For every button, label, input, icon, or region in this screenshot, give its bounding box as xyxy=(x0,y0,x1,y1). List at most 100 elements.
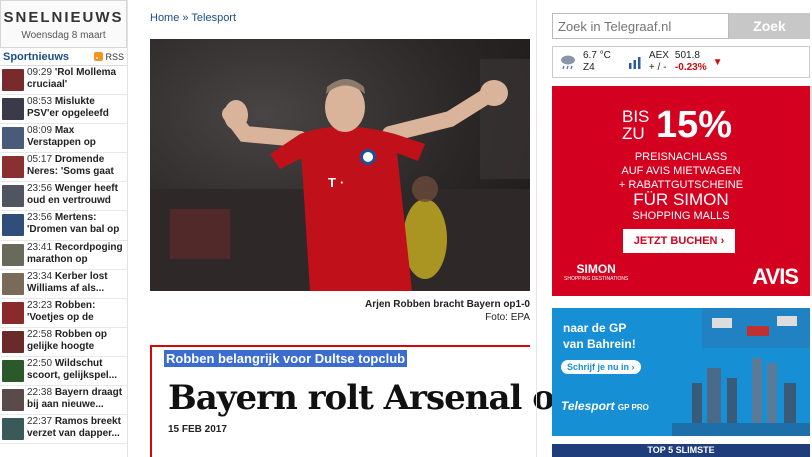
photo-caption: Arjen Robben bracht Bayern op1-0 Foto: E… xyxy=(365,298,530,324)
news-headline: 23:23 Robben: 'Voetjes op de xyxy=(27,300,125,324)
ad-zu: ZU xyxy=(622,124,645,143)
news-headline: 22:37 Ramos breekt verzet van dapper... xyxy=(27,416,125,440)
news-item[interactable]: 22:50 Wildschut scoort, gelijkspel... xyxy=(0,357,127,387)
news-thumbnail xyxy=(2,359,24,382)
hero-photo[interactable]: T · xyxy=(150,39,530,291)
news-headline: 22:50 Wildschut scoort, gelijkspel... xyxy=(27,358,125,382)
article-kicker: Robben belangrijk voor Dultse topclub xyxy=(164,350,408,367)
breadcrumb: Home » Telesport xyxy=(150,12,236,24)
stock-chart-icon xyxy=(626,54,643,70)
top5-banner[interactable]: TOP 5 SLIMSTE xyxy=(552,444,810,457)
news-headline: 22:38 Bayern draagt bij aan nieuwe... xyxy=(27,387,125,411)
ad2-cta-label: Schrijf je nu in xyxy=(567,362,630,372)
sportnieuws-label[interactable]: Sportnieuws xyxy=(3,51,69,63)
weather-widget[interactable]: 6.7 °C Z4 xyxy=(559,50,611,74)
ad-cta-button[interactable]: JETZT BUCHEN › xyxy=(623,229,735,253)
news-item[interactable]: 22:37 Ramos breekt verzet van dapper... xyxy=(0,415,127,445)
snelnieuws-title: SNELNIEUWS xyxy=(3,9,124,26)
ad-cta-label: JETZT BUCHEN xyxy=(633,235,718,247)
news-headline: 23:41 Recordpoging marathon op xyxy=(27,242,125,266)
news-item[interactable]: 23:56 Wenger heeft oud en vertrouwd xyxy=(0,182,127,212)
news-time: 08:53 xyxy=(27,96,53,108)
ad2-line2: van Bahrein! xyxy=(563,337,636,351)
rss-link[interactable]: RSS xyxy=(94,52,124,62)
search-button[interactable]: Zoek xyxy=(729,13,810,39)
breadcrumb-telesport[interactable]: Telesport xyxy=(191,12,236,24)
chevron-right-icon: › xyxy=(720,235,725,247)
ad-fur-simon: FÜR SIMON xyxy=(633,190,729,209)
news-thumbnail xyxy=(2,127,24,150)
snelnieuws-date: Woensdag 8 maart xyxy=(21,30,106,41)
right-column: Zoek 6.7 °C Z4 AEX + / - xyxy=(536,0,812,457)
news-time: 23:56 xyxy=(27,183,53,195)
news-thumbnail xyxy=(2,69,24,91)
caption-credit: Foto: EPA xyxy=(485,312,530,323)
ad2-cta-button[interactable]: Schrijf je nu in › xyxy=(561,360,641,374)
news-thumbnail xyxy=(2,243,24,266)
avis-logo: AVIS xyxy=(752,264,799,289)
news-time: 05:17 xyxy=(27,154,53,166)
hero-photo-illustration: T · xyxy=(150,59,530,291)
simon-logo: SIMON SHOPPING DESTINATIONS xyxy=(564,262,628,282)
ad-shopping-malls: SHOPPING MALLS xyxy=(632,210,730,222)
telesport-gp-advertisement[interactable]: naar de GP van Bahrein! Schrijf je nu in… xyxy=(552,308,810,436)
rss-label: RSS xyxy=(105,51,124,62)
news-time: 23:41 xyxy=(27,241,53,253)
weather-aex-ticker: 6.7 °C Z4 AEX + / - 501.8 -0.23% ▼ xyxy=(552,46,810,78)
weather-wind: Z4 xyxy=(583,62,595,73)
snelnieuws-sidebar: SNELNIEUWS Woensdag 8 maart Sportnieuws … xyxy=(0,0,128,457)
svg-text:T: T xyxy=(328,175,336,190)
news-item[interactable]: 23:41 Recordpoging marathon op xyxy=(0,241,127,270)
sportnieuws-bar: Sportnieuws RSS xyxy=(0,48,127,66)
ad2-brand: Telesport xyxy=(561,399,615,413)
news-item[interactable]: 09:29 'Rol Mollema cruciaal' xyxy=(0,66,127,96)
news-item[interactable]: 22:58 Robben op gelijke hoogte xyxy=(0,328,127,357)
article-header: Robben belangrijk voor Dultse topclub Ba… xyxy=(150,345,578,457)
news-thumbnail xyxy=(2,156,24,179)
arrow-down-icon: ▼ xyxy=(712,56,723,68)
ad-bis-zu: BIS ZU xyxy=(622,108,649,142)
aex-change: -0.23% xyxy=(674,62,707,73)
breadcrumb-separator: » xyxy=(182,12,189,24)
top5-text: TOP 5 SLIMSTE xyxy=(647,445,715,455)
search-box: Zoek xyxy=(552,13,810,39)
news-thumbnail xyxy=(2,330,24,353)
ad-bis: BIS xyxy=(622,107,650,126)
news-item[interactable]: 23:34 Kerber lost Williams af als... xyxy=(0,270,127,299)
ad-percent: 15% xyxy=(656,104,733,146)
news-headline: 22:58 Robben op gelijke hoogte xyxy=(27,329,125,353)
aex-widget[interactable]: AEX + / - 501.8 -0.23% ▼ xyxy=(626,50,723,74)
ad-line2: PREISNACHLASS AUF AVIS MIETWAGEN + RABAT… xyxy=(552,150,810,192)
rain-cloud-icon xyxy=(561,55,575,70)
news-thumbnail xyxy=(2,272,24,295)
avis-advertisement[interactable]: BIS ZU 15% PREISNACHLASS AUF AVIS MIETWA… xyxy=(552,86,810,296)
news-time: 22:50 xyxy=(27,357,53,369)
news-item[interactable]: 22:38 Bayern draagt bij aan nieuwe... xyxy=(0,386,127,416)
main-content: Home » Telesport T · Arjen Robben bracht… xyxy=(128,0,578,457)
news-item[interactable]: 23:23 Robben: 'Voetjes op de xyxy=(0,299,127,328)
news-list: 09:29 'Rol Mollema cruciaal' 08:53 Misluk… xyxy=(0,66,127,445)
caption-text: Arjen Robben bracht Bayern op1-0 xyxy=(364,299,530,310)
news-headline: 23:56 Wenger heeft oud en vertrouwd xyxy=(27,183,125,207)
news-headline: 08:09 Max Verstappen op xyxy=(27,125,125,149)
news-item[interactable]: 08:09 Max Verstappen op xyxy=(0,124,127,154)
news-time: 22:58 xyxy=(27,328,53,340)
search-input[interactable] xyxy=(552,13,729,39)
breadcrumb-home[interactable]: Home xyxy=(150,12,179,24)
news-headline: 23:34 Kerber lost Williams af als... xyxy=(27,271,125,295)
ad2-line1: naar de GP xyxy=(563,321,627,335)
news-headline: 23:56 Mertens: 'Dromen van bal op xyxy=(27,212,125,236)
simon-logo-text: SIMON xyxy=(576,262,616,276)
ad2-brand-sub: GP PRO xyxy=(617,403,649,412)
aex-label: AEX xyxy=(648,50,669,61)
aex-value: 501.8 xyxy=(674,50,700,61)
ad2-headline: naar de GP van Bahrein! xyxy=(563,320,636,352)
news-headline: 09:29 'Rol Mollema cruciaal' xyxy=(27,67,125,91)
news-item[interactable]: 23:56 Mertens: 'Dromen van bal op xyxy=(0,211,127,241)
news-thumbnail xyxy=(2,301,24,324)
aex-change-label: + / - xyxy=(648,62,667,73)
rss-icon xyxy=(94,52,104,61)
news-item[interactable]: 05:17 Dromende Neres: 'Soms gaat xyxy=(0,153,127,183)
news-item[interactable]: 08:53 Mislukte PSV'er opgeleefd xyxy=(0,95,127,125)
news-headline: 05:17 Dromende Neres: 'Soms gaat xyxy=(27,154,125,178)
